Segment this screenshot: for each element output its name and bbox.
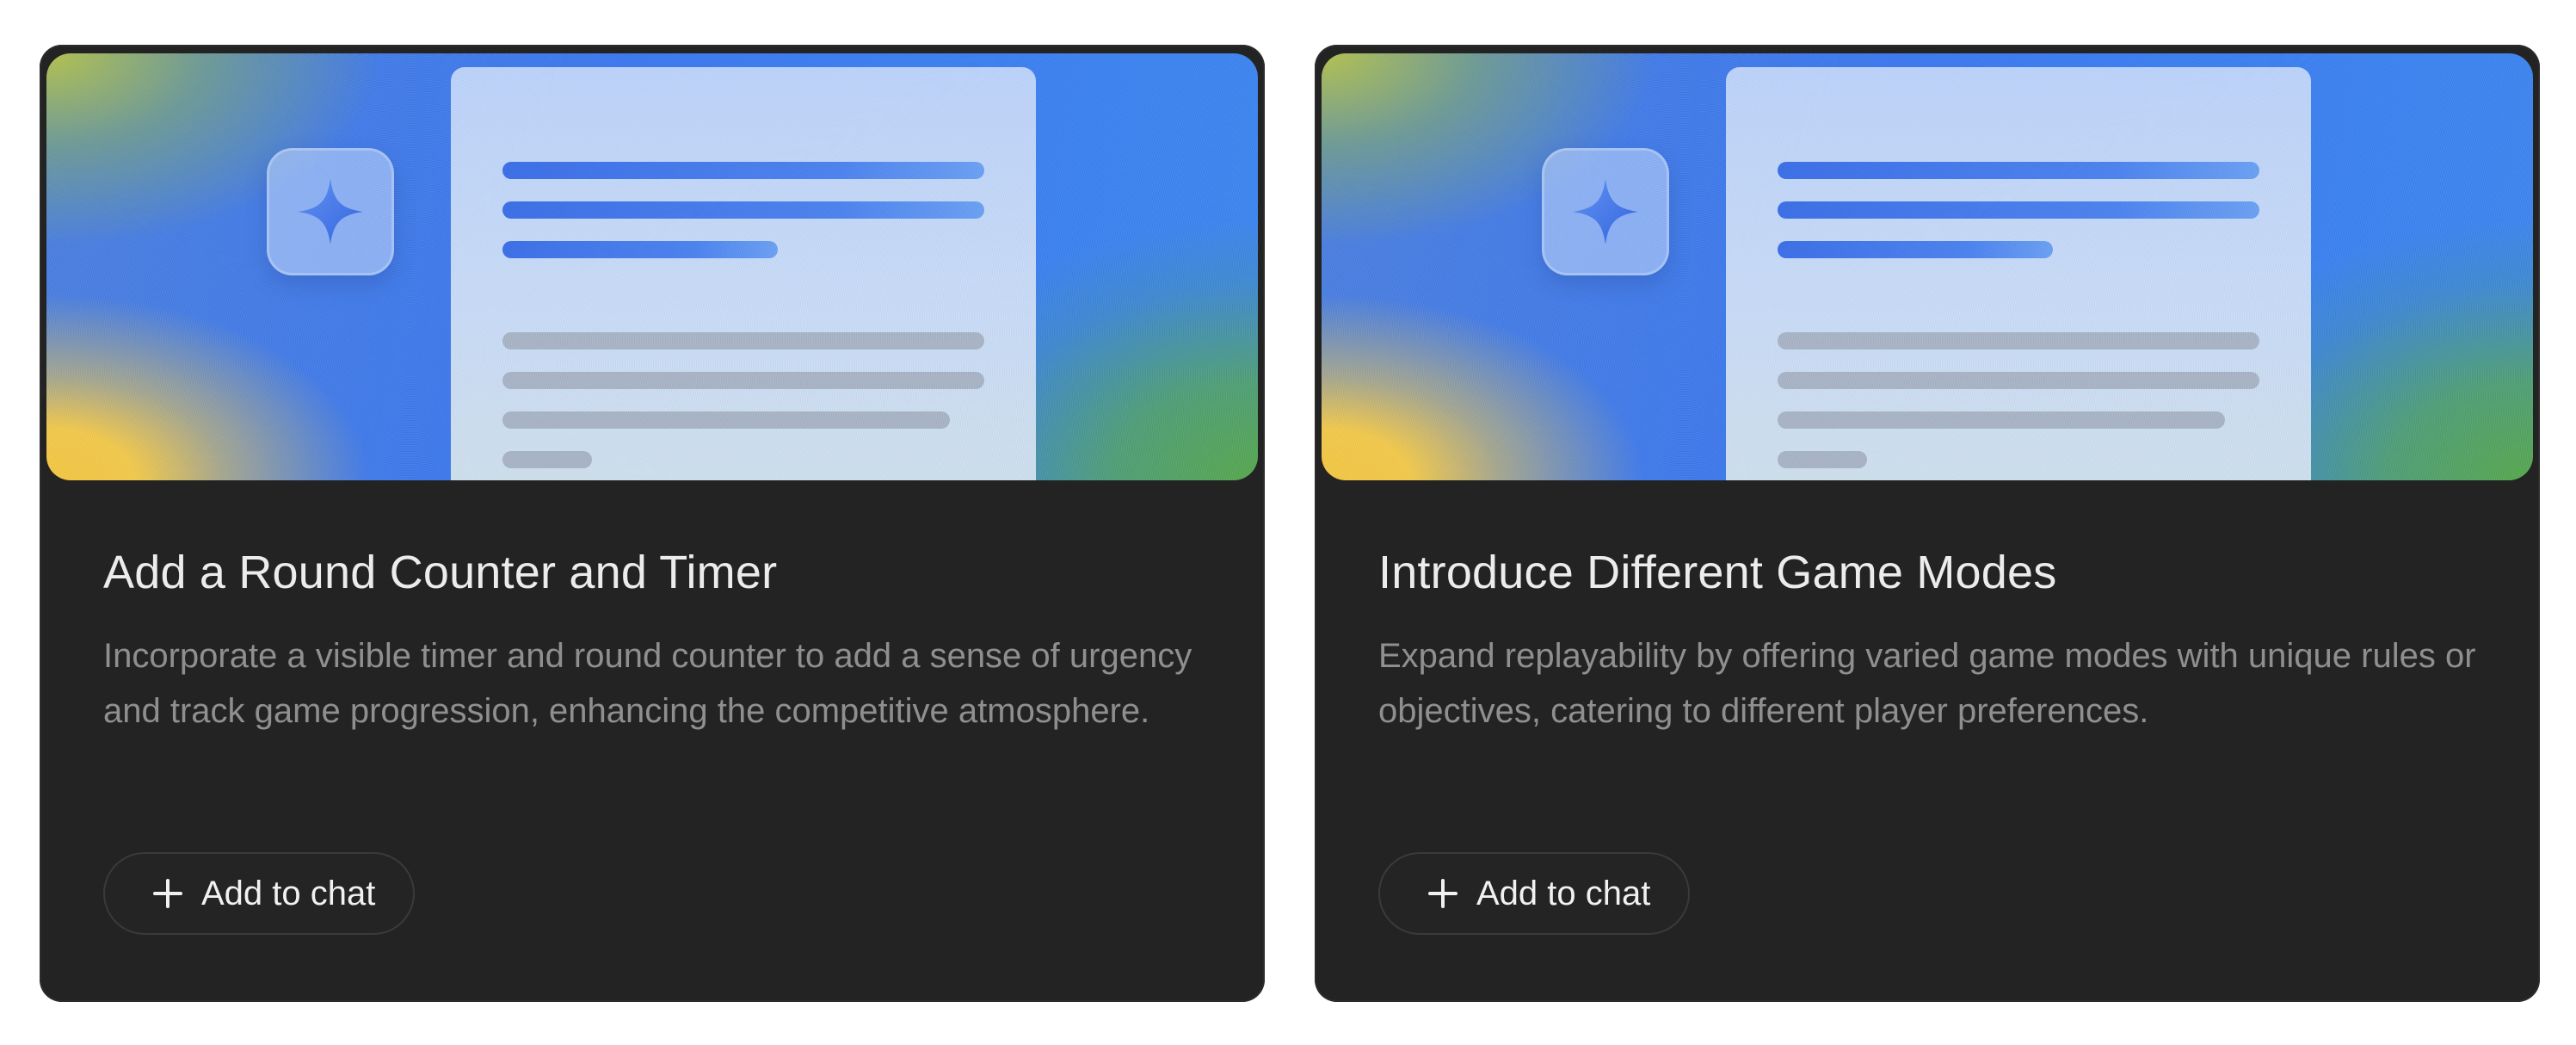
plus-icon [153, 879, 182, 908]
add-to-chat-label: Add to chat [201, 874, 376, 912]
card-banner-illustration [1322, 53, 2533, 480]
card-description: Expand replayability by offering varied … [1378, 637, 2476, 730]
doc-body-line [1778, 332, 2259, 349]
add-to-chat-label: Add to chat [1476, 874, 1651, 912]
doc-heading-line [1778, 201, 2259, 219]
doc-heading-line [502, 201, 984, 219]
plus-icon [1428, 879, 1457, 908]
doc-heading-line [1778, 241, 2053, 258]
doc-body-line [502, 451, 592, 468]
suggestion-card: Introduce Different Game Modes Expand re… [1315, 45, 2540, 1002]
sparkle-tile [1542, 148, 1669, 275]
doc-heading-line [502, 241, 778, 258]
sparkle-icon [1573, 179, 1638, 244]
doc-body-line [502, 372, 984, 389]
doc-body-line [1778, 372, 2259, 389]
doc-heading-line [502, 162, 984, 179]
document-preview [1726, 67, 2311, 480]
card-banner-illustration [46, 53, 1258, 480]
suggestion-card: Add a Round Counter and Timer Incorporat… [40, 45, 1265, 1002]
doc-body-line [502, 332, 984, 349]
add-to-chat-button[interactable]: Add to chat [103, 852, 416, 935]
add-to-chat-button[interactable]: Add to chat [1378, 852, 1691, 935]
doc-heading-line [1778, 162, 2259, 179]
sparkle-tile [267, 148, 394, 275]
doc-body-line [1778, 411, 2225, 429]
card-title: Add a Round Counter and Timer [103, 547, 778, 598]
sparkle-icon [298, 179, 363, 244]
document-preview [451, 67, 1036, 480]
doc-body-line [502, 411, 950, 429]
card-title: Introduce Different Game Modes [1378, 547, 2057, 598]
doc-body-line [1778, 451, 1867, 468]
card-description: Incorporate a visible timer and round co… [103, 637, 1192, 730]
